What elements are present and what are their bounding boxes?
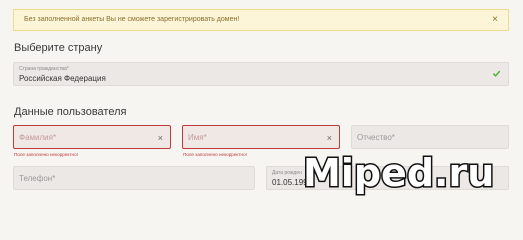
birthdate-label: Дата рожден [272, 170, 302, 176]
checkmark-icon [492, 70, 501, 77]
surname-placeholder: Фамилия* [19, 133, 57, 142]
name-placeholder: Имя* [188, 133, 207, 142]
country-select[interactable]: Страна гражданства* Российская Федерация [13, 62, 509, 86]
country-value: Российская Федерация [19, 74, 106, 83]
warning-alert: Без заполненной анкеты Вы не сможете зар… [13, 9, 509, 31]
phone-input[interactable]: Телефон* [13, 166, 255, 190]
watermark-text: Miped.ru [303, 151, 494, 195]
name-error: Поле заполнено некорректно! [183, 152, 247, 157]
alert-text: Без заполненной анкеты Вы не сможете зар… [24, 16, 240, 23]
watermark-logo: Miped.ru [302, 150, 496, 197]
surname-error: Поле заполнено некорректно! [14, 152, 78, 157]
country-field-label: Страна гражданства* [19, 66, 69, 72]
country-heading: Выберите страну [14, 42, 103, 54]
alert-close-icon[interactable]: × [492, 10, 498, 30]
surname-input[interactable]: Фамилия* × [13, 125, 171, 149]
user-data-heading: Данные пользователя [14, 106, 127, 118]
clear-surname-icon[interactable]: × [158, 126, 163, 150]
phone-placeholder: Телефон* [19, 174, 56, 183]
